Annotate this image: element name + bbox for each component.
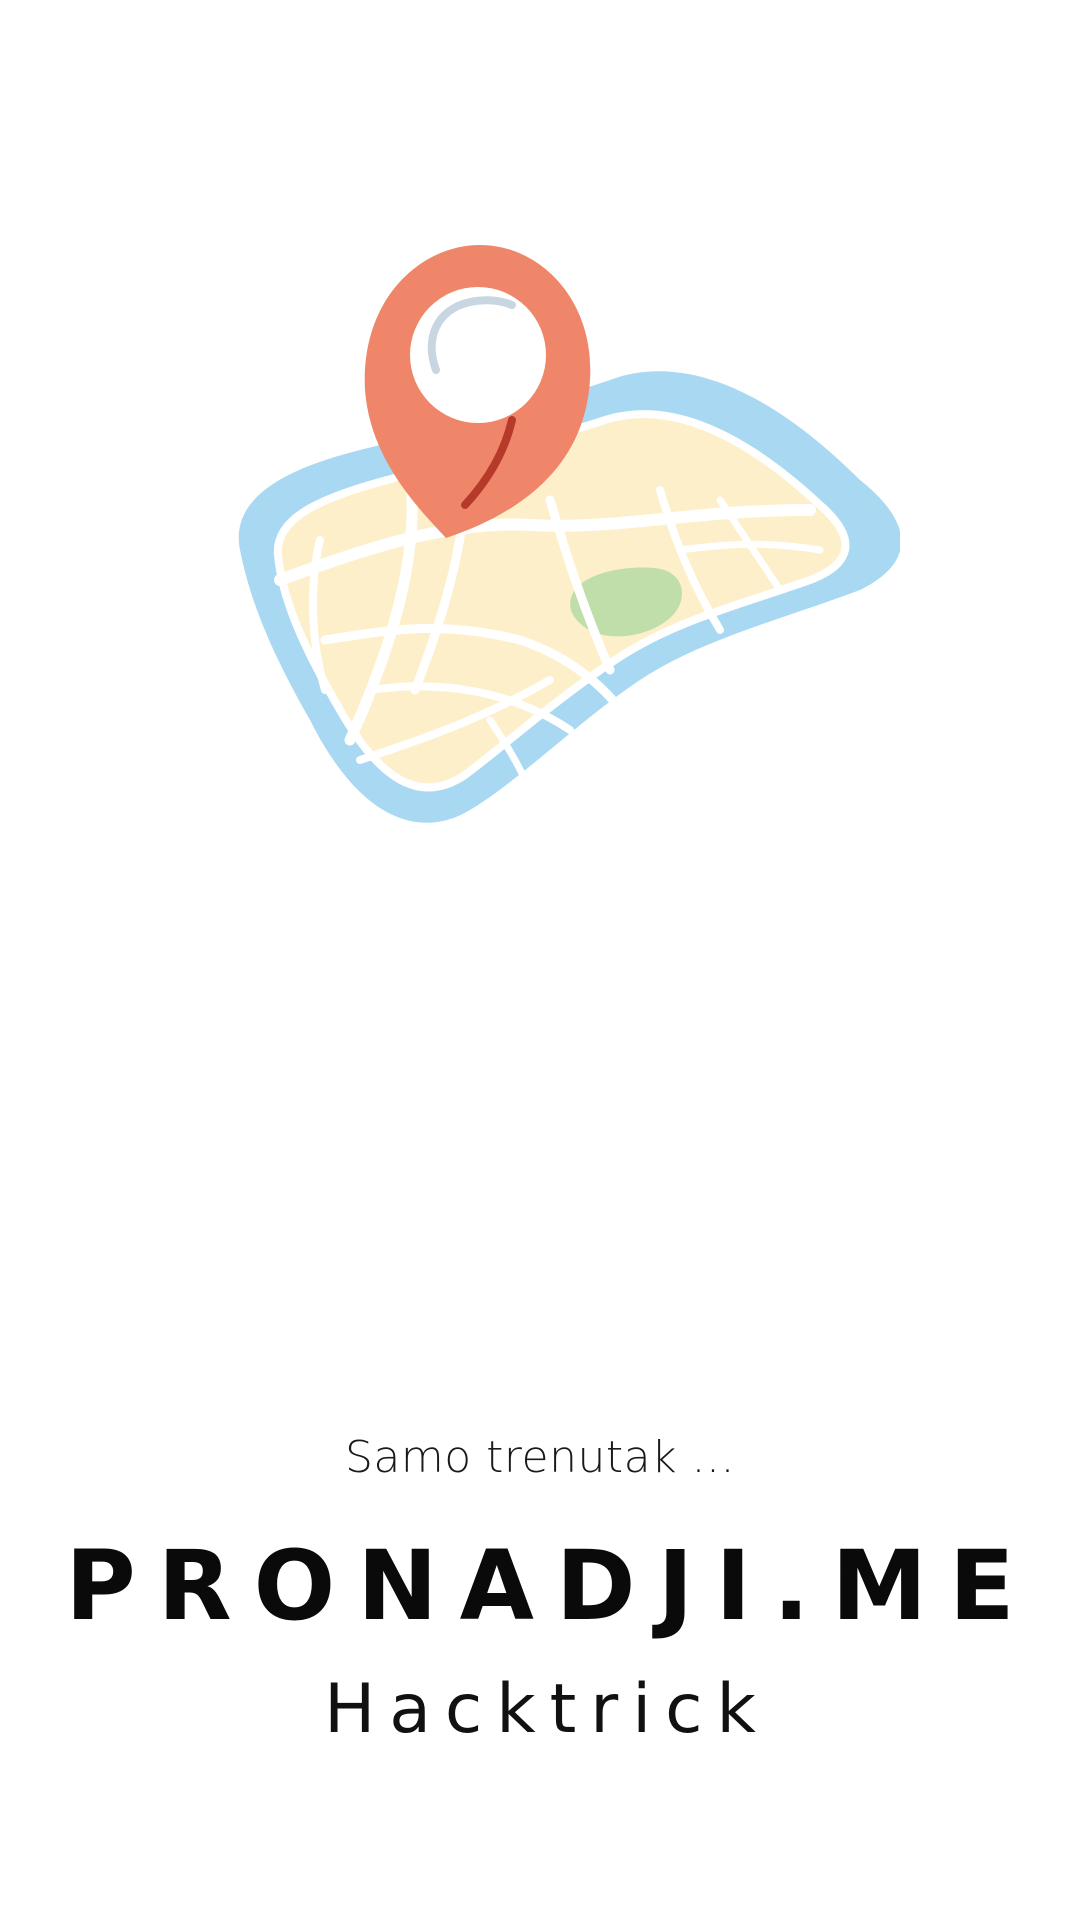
splash-screen: Samo trenutak ... PRONADJI.ME Hacktrick	[0, 0, 1080, 1920]
loading-message: Samo trenutak ...	[344, 1432, 736, 1483]
app-subtitle: Hacktrick	[324, 1670, 770, 1749]
map-with-pin-icon	[238, 245, 900, 823]
app-title: PRONADJI.ME	[65, 1530, 1037, 1642]
